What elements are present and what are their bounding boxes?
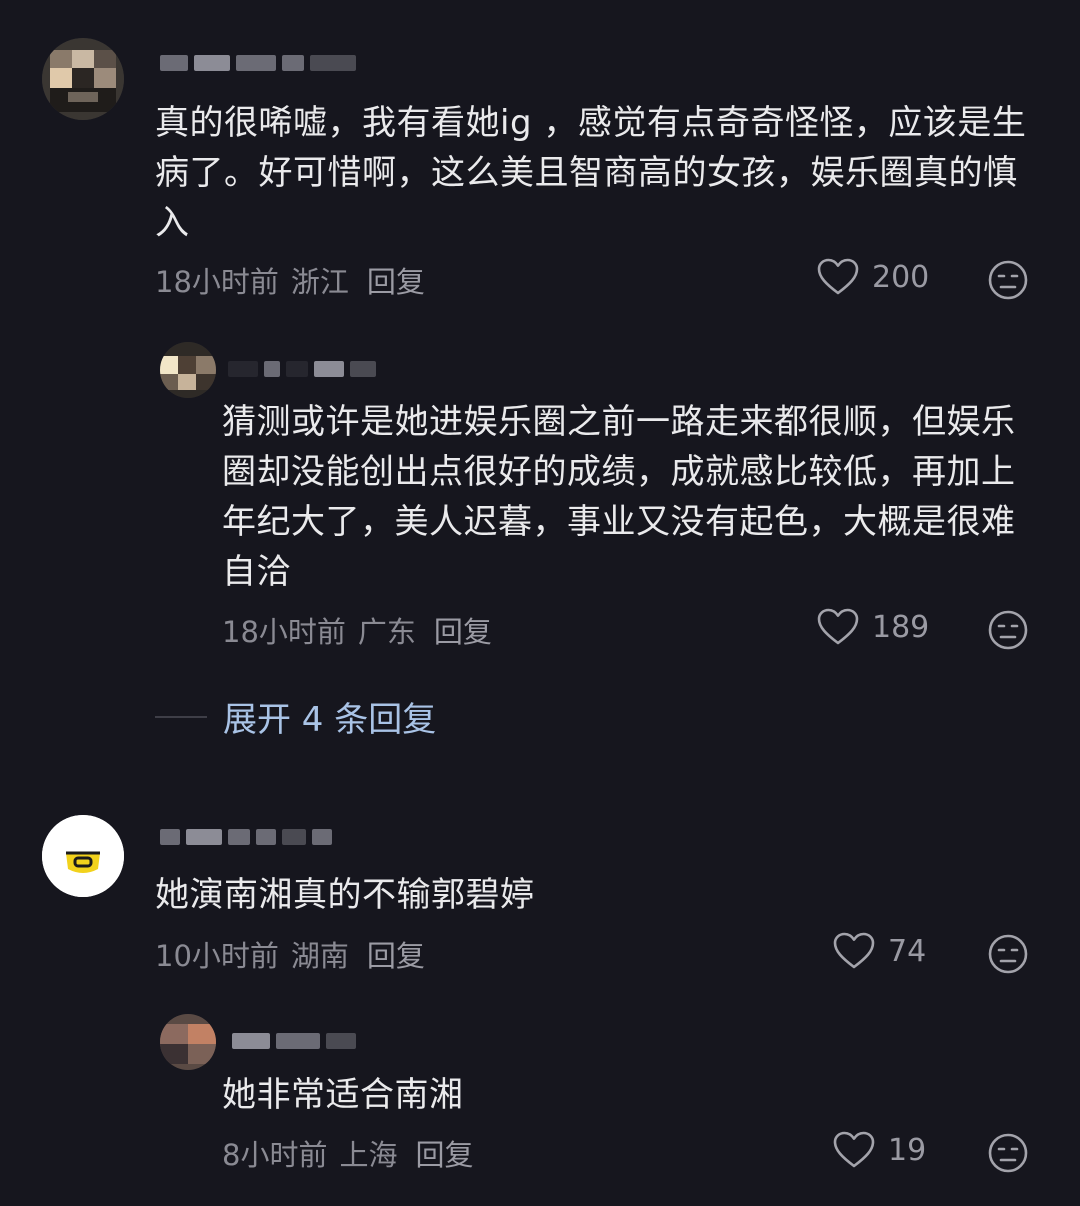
- comment-meta: 8小时前 上海 回复: [222, 1132, 473, 1174]
- comment-text: 她非常适合南湘: [222, 1075, 464, 1115]
- avatar[interactable]: [160, 342, 216, 398]
- comment-location: 浙江: [290, 265, 349, 299]
- comment-text: 猜测或许是她进娱乐圈之前一路走来都很顺，但娱乐圈却没能创出点很好的成绩，成就感比…: [222, 402, 1016, 592]
- heart-outline-icon: [816, 607, 860, 647]
- like-count: 19: [888, 1132, 927, 1168]
- comment-text: 她演南湘真的不输郭碧婷: [155, 875, 535, 915]
- like-count: 200: [872, 259, 930, 295]
- comment-time: 18小时前: [222, 615, 346, 649]
- heart-outline-icon: [832, 931, 876, 971]
- comment-meta: 10小时前 湖南 回复: [155, 933, 425, 975]
- like-button[interactable]: 200: [816, 257, 929, 297]
- meh-face-icon[interactable]: [987, 259, 1029, 301]
- meh-face-icon[interactable]: [987, 933, 1029, 975]
- reply-button[interactable]: 回复: [367, 933, 425, 975]
- like-button[interactable]: 19: [832, 1130, 926, 1170]
- meh-face-icon[interactable]: [987, 1132, 1029, 1174]
- like-button[interactable]: 189: [816, 607, 929, 647]
- comment-time: 10小时前: [155, 939, 279, 973]
- avatar[interactable]: [42, 815, 124, 897]
- username[interactable]: [228, 358, 376, 380]
- comment-meta: 18小时前 浙江 回复: [155, 259, 425, 301]
- expand-replies-label: 展开 4 条回复: [223, 700, 437, 740]
- like-button[interactable]: 74: [832, 931, 926, 971]
- reply-button[interactable]: 回复: [367, 259, 425, 301]
- avatar[interactable]: [160, 1014, 216, 1070]
- heart-outline-icon: [816, 257, 860, 297]
- comment-location: 上海: [339, 1138, 398, 1172]
- comment-time: 18小时前: [155, 265, 279, 299]
- comment-location: 广东: [357, 615, 416, 649]
- expand-replies-button[interactable]: 展开 4 条回复: [155, 692, 436, 741]
- comment-text: 真的很唏嘘，我有看她ig ，感觉有点奇奇怪怪，应该是生病了。好可惜啊，这么美且智…: [155, 103, 1027, 243]
- username[interactable]: [232, 1030, 356, 1052]
- meh-face-icon[interactable]: [987, 609, 1029, 651]
- username[interactable]: [160, 52, 356, 74]
- comment-location: 湖南: [290, 939, 349, 973]
- divider-line: [155, 715, 207, 718]
- username[interactable]: [160, 826, 332, 848]
- avatar[interactable]: [42, 38, 124, 120]
- reply-button[interactable]: 回复: [415, 1132, 473, 1174]
- like-count: 74: [888, 933, 927, 969]
- comment-time: 8小时前: [222, 1138, 328, 1172]
- heart-outline-icon: [832, 1130, 876, 1170]
- reply-button[interactable]: 回复: [434, 609, 492, 651]
- comment-meta: 18小时前 广东 回复: [222, 609, 492, 651]
- like-count: 189: [872, 609, 930, 645]
